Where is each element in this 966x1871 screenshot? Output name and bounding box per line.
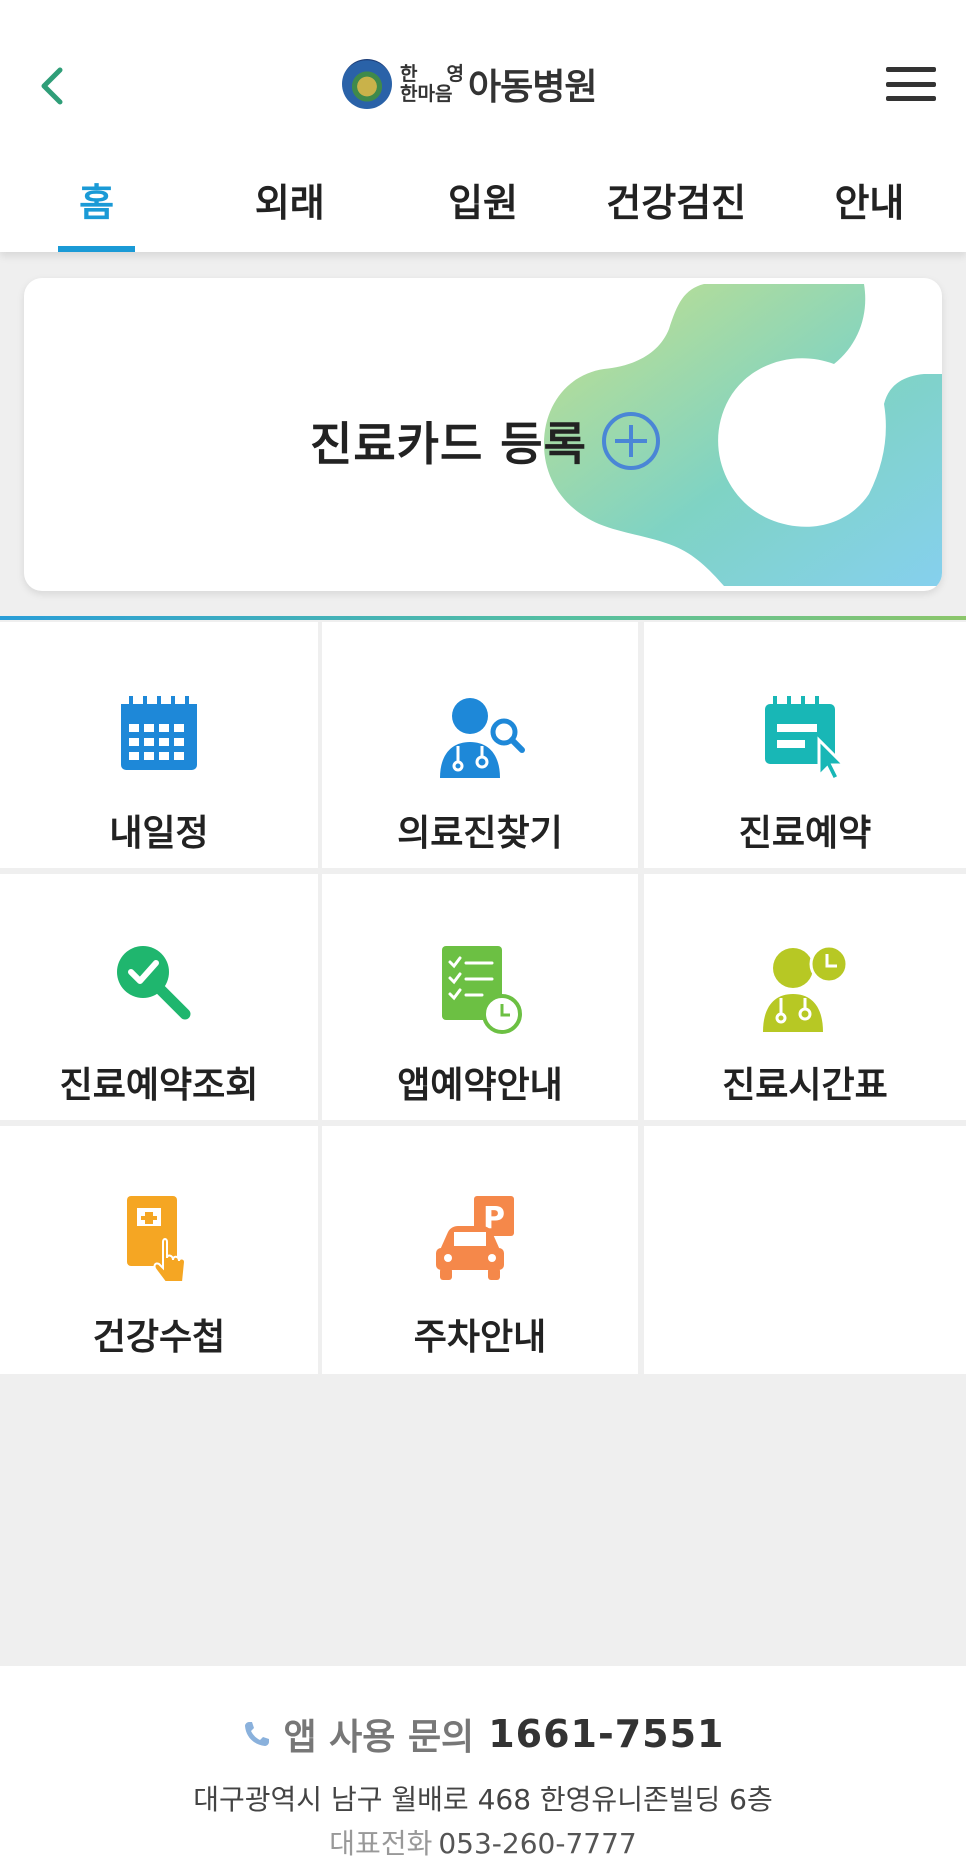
menu-my-schedule[interactable]: 내일정 (0, 622, 318, 868)
active-tab-indicator (58, 246, 135, 252)
menu-reservation-lookup[interactable]: 진료예약조회 (0, 874, 318, 1120)
tab-home[interactable]: 홈 (0, 160, 193, 252)
menu-health-notebook[interactable]: 건강수첩 (0, 1126, 318, 1374)
tab-health-checkup[interactable]: 건강검진 (580, 160, 773, 252)
menu-find-doctor[interactable]: 의료진찾기 (322, 622, 638, 868)
menu-empty-cell (644, 1126, 966, 1374)
menu-label: 진료예약조회 (59, 1065, 259, 1106)
hospital-logo[interactable]: 한 영 한마음 아동병원 (342, 56, 597, 112)
hospital-emblem-icon (342, 59, 392, 109)
menu-parking-guide[interactable]: P 주차안내 (322, 1126, 638, 1374)
menu-label: 앱예약안내 (397, 1065, 563, 1106)
menu-label: 주차안내 (413, 1317, 547, 1358)
logo-subtitle: 한 영 한마음 (400, 63, 464, 105)
menu-label: 건강수첩 (92, 1317, 226, 1358)
plus-circle-icon (601, 412, 660, 470)
main-phone-number: 053-260-7777 (438, 1827, 637, 1860)
calendar-icon (121, 696, 197, 770)
tab-inpatient[interactable]: 입원 (386, 160, 579, 252)
menu-label: 내일정 (109, 813, 209, 854)
menu-clinic-timetable[interactable]: 진료시간표 (644, 874, 966, 1120)
app-header: 한 영 한마음 아동병원 홈 외래 입원 건강검진 안내 (0, 0, 966, 252)
check-search-icon (117, 946, 191, 1020)
chevron-left-icon (41, 67, 63, 105)
menu-bar (886, 67, 936, 72)
menu-grid: 내일정 의료진찾기 진료예약 진료예약조회 앱예약안내 진료시간표 건강수첩 P… (0, 622, 966, 1374)
menu-app-reservation-guide[interactable]: 앱예약안내 (322, 874, 638, 1120)
menu-label: 진료예약 (738, 813, 872, 854)
menu-label: 의료진찾기 (397, 813, 563, 854)
logo-title: 아동병원 (468, 67, 597, 108)
tab-info[interactable]: 안내 (773, 160, 966, 252)
main-tabs: 홈 외래 입원 건강검진 안내 (0, 160, 966, 252)
hospital-address: 대구광역시 남구 월배로 468 한영유니존빌딩 6층 (193, 1783, 773, 1816)
tab-outpatient[interactable]: 외래 (193, 160, 386, 252)
medical-card-register-banner[interactable]: 진료카드 등록 (24, 278, 942, 591)
inquiry-label: 앱 사용 문의 (283, 1717, 475, 1758)
health-notebook-icon (127, 1196, 187, 1283)
menu-bar (886, 96, 936, 101)
phone-icon (244, 1722, 269, 1746)
inquiry-row[interactable]: 앱 사용 문의 1661-7551 (0, 1708, 966, 1760)
main-phone-row[interactable]: 대표전화 053-260-7777 (0, 1822, 966, 1862)
register-card-label[interactable]: 진료카드 등록 (310, 408, 661, 474)
checklist-clock-icon (442, 946, 522, 1034)
back-button[interactable] (30, 60, 74, 112)
menu-reservation[interactable]: 진료예약 (644, 622, 966, 868)
menu-label: 진료시간표 (722, 1065, 888, 1106)
hamburger-menu-button[interactable] (886, 64, 936, 104)
gradient-divider (0, 616, 966, 620)
inquiry-number: 1661-7551 (488, 1712, 725, 1756)
parking-car-icon: P (436, 1196, 514, 1280)
menu-bar (886, 81, 936, 87)
doctor-clock-icon (763, 944, 849, 1032)
reservation-click-icon (765, 696, 848, 783)
app-footer: 앱 사용 문의 1661-7551 대구광역시 남구 월배로 468 한영유니존… (0, 1666, 966, 1871)
main-phone-label: 대표전화 (329, 1827, 433, 1860)
doctor-search-icon (440, 698, 525, 778)
